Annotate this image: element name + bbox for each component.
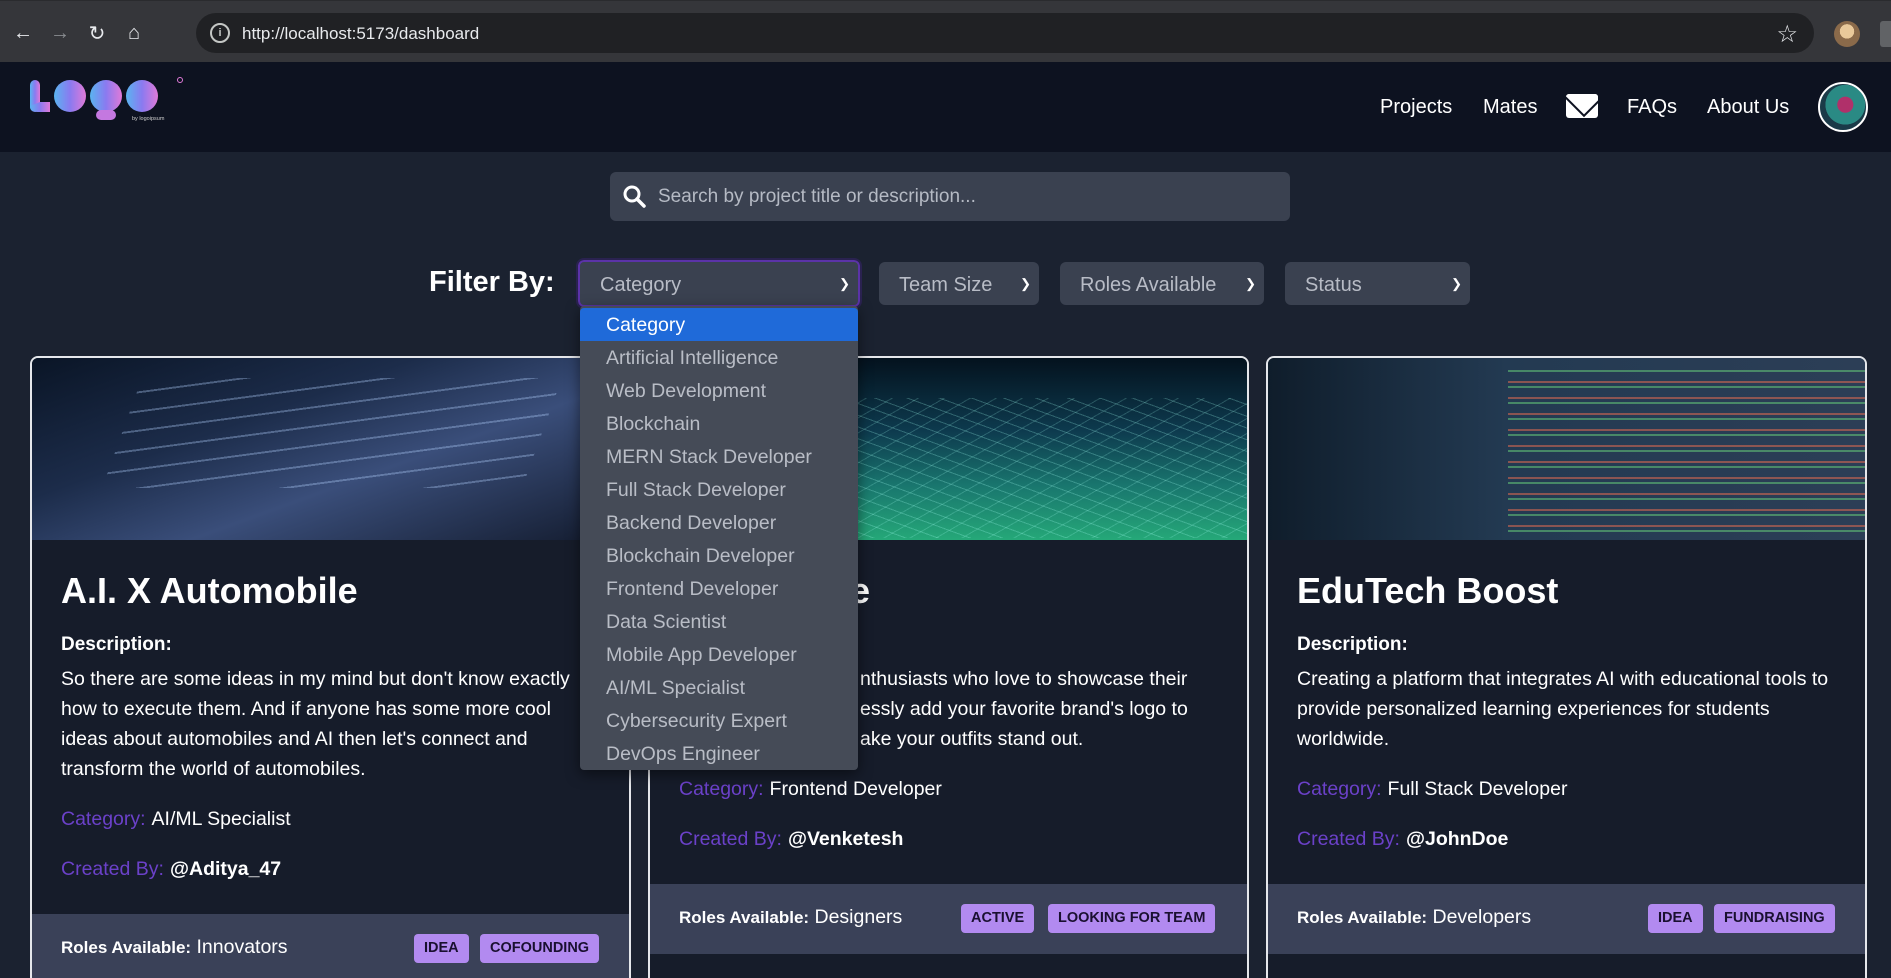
dropdown-option[interactable]: Data Scientist — [580, 605, 858, 638]
project-description: So there are some ideas in my mind but d… — [61, 668, 570, 780]
site-info-icon[interactable]: i — [210, 23, 230, 43]
category-value: AI/ML Specialist — [151, 808, 291, 830]
back-icon[interactable]: ← — [9, 19, 37, 47]
project-title: A.I. X Automobile — [61, 570, 358, 611]
category-value: Full Stack Developer — [1387, 778, 1568, 800]
created-by-value[interactable]: @Venketesh — [788, 828, 904, 850]
roles-label: Roles Available: — [1297, 908, 1428, 927]
search-input[interactable] — [658, 172, 1278, 221]
team-size-select[interactable]: Team Size ❯ — [879, 262, 1039, 305]
roles-select-value: Roles Available — [1080, 274, 1217, 296]
dropdown-option[interactable]: Mobile App Developer — [580, 638, 858, 671]
category-row: Category: Frontend Developer — [679, 778, 942, 801]
dropdown-option[interactable]: Full Stack Developer — [580, 473, 858, 506]
tab-edge — [1880, 21, 1891, 47]
roles-value: Developers — [1432, 906, 1532, 928]
nav-mates[interactable]: Mates — [1483, 96, 1537, 119]
category-label: Category: — [61, 808, 146, 830]
dropdown-option[interactable]: Web Development — [580, 374, 858, 407]
created-by-label: Created By: — [1297, 828, 1400, 850]
status-badge: IDEA — [1648, 904, 1703, 933]
created-by-value[interactable]: @JohnDoe — [1406, 828, 1508, 850]
avatar[interactable] — [1818, 82, 1868, 132]
status-badge: COFOUNDING — [480, 934, 600, 963]
category-row: Category: Full Stack Developer — [1297, 778, 1567, 801]
project-card-image — [1268, 358, 1865, 540]
project-card-image — [32, 358, 629, 540]
card-footer: Roles Available: Designers ACTIVE LOOKIN… — [650, 884, 1247, 954]
status-badge: IDEA — [414, 934, 469, 963]
created-by-row: Created By: @Aditya_47 — [61, 858, 281, 881]
dropdown-option[interactable]: Backend Developer — [580, 506, 858, 539]
created-by-row: Created By: @Venketesh — [679, 828, 903, 851]
chevron-down-icon: ❯ — [839, 276, 850, 291]
category-label: Category: — [1297, 778, 1382, 800]
status-select-value: Status — [1305, 274, 1362, 296]
project-description: nthusiasts who love to showcase their es… — [860, 668, 1188, 750]
bookmark-star-icon[interactable]: ☆ — [1776, 20, 1798, 49]
card-footer: Roles Available: Developers IDEA FUNDRAI… — [1268, 884, 1865, 954]
logo[interactable]: by logoipsum — [28, 76, 188, 136]
dropdown-option[interactable]: Artificial Intelligence — [580, 341, 858, 374]
created-by-label: Created By: — [679, 828, 782, 850]
forward-icon[interactable]: → — [46, 19, 74, 47]
dropdown-option[interactable]: AI/ML Specialist — [580, 671, 858, 704]
roles-available: Roles Available: Designers — [679, 906, 902, 929]
category-dropdown-list: Category Artificial Intelligence Web Dev… — [580, 306, 858, 770]
dropdown-option[interactable]: DevOps Engineer — [580, 737, 858, 770]
category-value: Frontend Developer — [769, 778, 942, 800]
reload-icon[interactable]: ↻ — [83, 19, 111, 47]
browser-toolbar: ← → ↻ ⌂ i http://localhost:5173/dashboar… — [0, 0, 1891, 62]
dropdown-option[interactable]: Blockchain Developer — [580, 539, 858, 572]
project-card[interactable]: EduTech Boost Description: Creating a pl… — [1266, 356, 1867, 978]
app-header: by logoipsum Projects Mates FAQs About U… — [0, 62, 1891, 152]
dropdown-option[interactable]: Frontend Developer — [580, 572, 858, 605]
roles-value: Innovators — [196, 936, 288, 958]
created-by-row: Created By: @JohnDoe — [1297, 828, 1508, 851]
dropdown-option[interactable]: Category — [580, 308, 858, 341]
category-select[interactable]: Category ❯ — [576, 258, 862, 309]
chevron-down-icon: ❯ — [1451, 276, 1462, 291]
project-title: EduTech Boost — [1297, 570, 1559, 611]
roles-available: Roles Available: Innovators — [61, 936, 288, 959]
nav-about-us[interactable]: About Us — [1707, 96, 1789, 119]
nav-faqs[interactable]: FAQs — [1627, 96, 1677, 119]
search-bar — [610, 172, 1290, 221]
dropdown-option[interactable]: Blockchain — [580, 407, 858, 440]
roles-label: Roles Available: — [679, 908, 810, 927]
status-badge: FUNDRAISING — [1714, 904, 1835, 933]
category-label: Category: — [679, 778, 764, 800]
status-badge: ACTIVE — [961, 904, 1035, 933]
roles-value: Designers — [814, 906, 903, 928]
roles-available-select[interactable]: Roles Available ❯ — [1060, 262, 1264, 305]
url-text[interactable]: http://localhost:5173/dashboard — [242, 24, 479, 44]
status-badge: LOOKING FOR TEAM — [1048, 904, 1216, 933]
browser-profile-avatar[interactable] — [1834, 21, 1860, 47]
roles-label: Roles Available: — [61, 938, 192, 957]
mail-icon[interactable] — [1566, 94, 1598, 118]
filter-label: Filter By: — [429, 266, 555, 298]
chevron-down-icon: ❯ — [1245, 276, 1256, 291]
search-icon — [623, 185, 646, 208]
dropdown-option[interactable]: MERN Stack Developer — [580, 440, 858, 473]
status-select[interactable]: Status ❯ — [1285, 262, 1470, 305]
roles-available: Roles Available: Developers — [1297, 906, 1531, 929]
created-by-label: Created By: — [61, 858, 164, 880]
description-label: Description: — [1297, 634, 1408, 655]
chevron-down-icon: ❯ — [1020, 276, 1031, 291]
description-label: Description: — [61, 634, 172, 655]
created-by-value[interactable]: @Aditya_47 — [170, 858, 281, 880]
address-bar[interactable]: i http://localhost:5173/dashboard ☆ — [196, 13, 1814, 53]
team-size-select-value: Team Size — [899, 274, 993, 296]
dropdown-option[interactable]: Cybersecurity Expert — [580, 704, 858, 737]
category-row: Category: AI/ML Specialist — [61, 808, 291, 831]
nav-projects[interactable]: Projects — [1380, 96, 1452, 119]
category-select-value: Category — [600, 274, 682, 296]
logo-sub: by logoipsum — [132, 116, 165, 122]
card-footer: Roles Available: Innovators IDEA COFOUND… — [32, 914, 629, 978]
project-description: Creating a platform that integrates AI w… — [1297, 668, 1829, 750]
project-card[interactable]: A.I. X Automobile Description: So there … — [30, 356, 631, 978]
home-icon[interactable]: ⌂ — [120, 19, 148, 47]
